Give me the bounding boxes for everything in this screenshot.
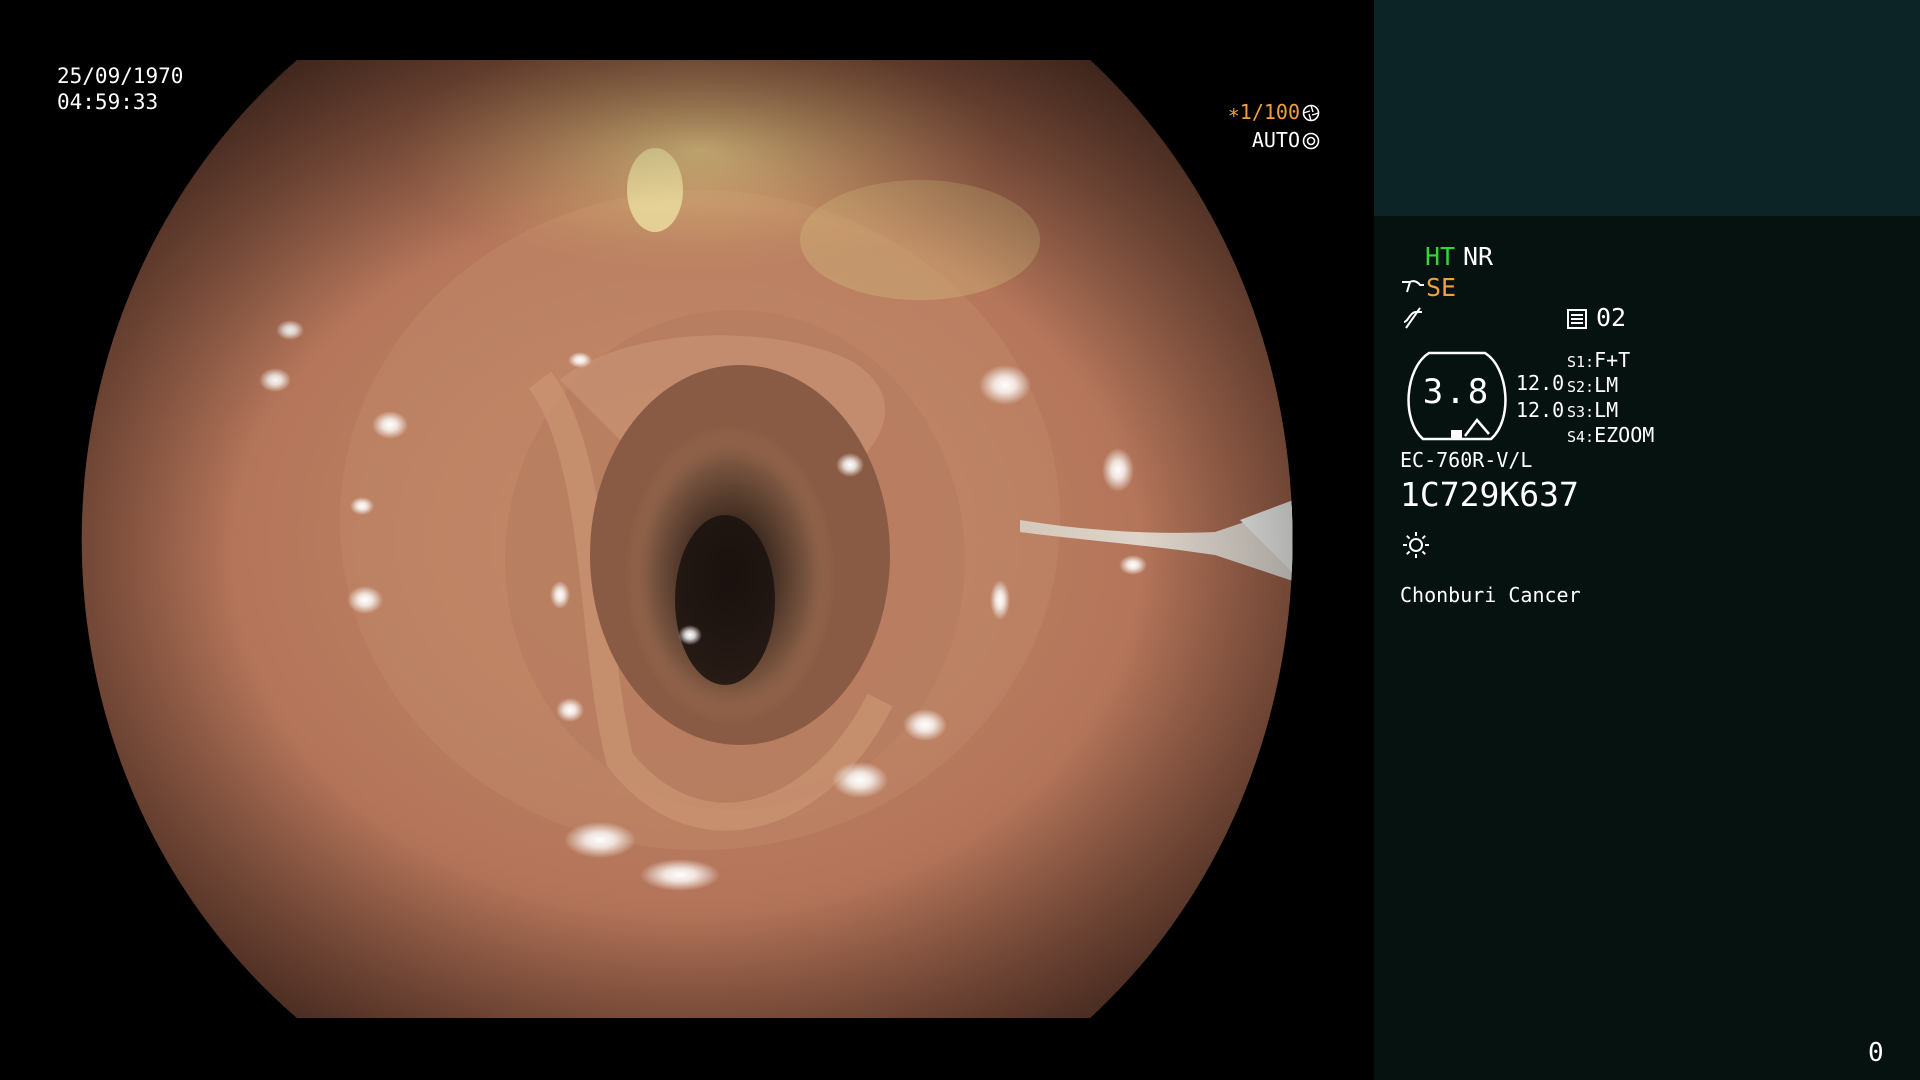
iris-mode-indicator: AUTO	[1208, 128, 1320, 152]
memory-channel-number: 02	[1596, 303, 1627, 332]
scope-model: EC-760R-V/L	[1400, 448, 1533, 472]
switch-value: LM	[1594, 373, 1619, 397]
se-indicator: SE	[1426, 273, 1457, 302]
exam-date: 25/09/1970	[57, 64, 184, 88]
switch-key: S4:	[1567, 428, 1595, 446]
info-panel-header	[1374, 0, 1920, 216]
image-counter: 0	[1868, 1038, 1884, 1068]
endoscopic-image	[81, 60, 1293, 1018]
switch-key: S2:	[1567, 378, 1595, 396]
iris-mode-value: AUTO	[1251, 128, 1300, 152]
switch-value: EZOOM	[1594, 423, 1655, 447]
scope-serial: 1C729K637	[1400, 475, 1579, 514]
brightness-icon	[1403, 532, 1429, 558]
ht-indicator: HT	[1425, 242, 1456, 271]
switch-value: F+T	[1594, 348, 1631, 372]
gauge-subvalue-1: 12.0	[1516, 371, 1565, 395]
exam-time: 04:59:33	[57, 90, 159, 114]
shutter-icon	[1302, 104, 1320, 122]
scope-switch-4: S4:EZOOM	[1567, 423, 1654, 447]
shutter-speed-indicator: ∗1/100	[1208, 100, 1320, 124]
zoom-value: 3.8	[1422, 372, 1491, 412]
hospital-name: Chonburi Cancer	[1400, 583, 1581, 607]
nr-indicator: NR	[1463, 242, 1494, 271]
endoscopy-screen: 25/09/1970 04:59:33 ∗1/100 AUTO HT NR SE…	[0, 0, 1920, 1080]
switch-key: S1:	[1567, 353, 1595, 371]
scope-switch-1: S1:F+T	[1567, 348, 1630, 372]
gauge-subvalue-2: 12.0	[1516, 398, 1565, 422]
switch-key: S3:	[1567, 403, 1595, 421]
curve-icon	[1403, 307, 1422, 329]
switch-value: LM	[1594, 398, 1619, 422]
iris-icon	[1302, 132, 1320, 150]
scope-switch-2: S2:LM	[1567, 373, 1618, 397]
memory-icon	[1567, 309, 1587, 329]
enhancement-icon	[1402, 280, 1424, 293]
info-panel	[1374, 216, 1920, 1080]
scope-switch-3: S3:LM	[1567, 398, 1618, 422]
endoscopic-view-area: 25/09/1970 04:59:33 ∗1/100 AUTO	[0, 0, 1374, 1080]
shutter-speed-value: ∗1/100	[1227, 100, 1300, 124]
